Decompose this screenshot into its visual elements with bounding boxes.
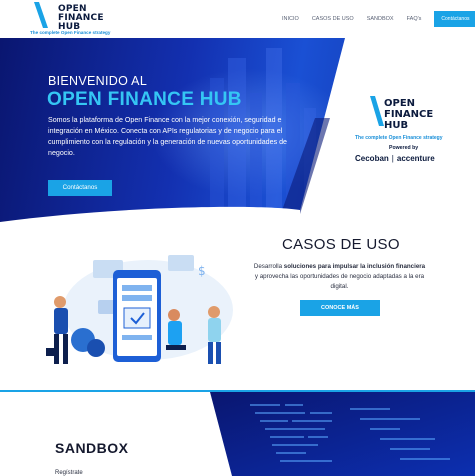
sandbox-section: SANDBOX Regístrate [0,390,475,476]
header-logo[interactable]: OPEN FINANCE HUB The complete Open Finan… [30,2,110,36]
logo-tagline: The complete Open Finance strategy [30,30,111,35]
nav-inicio[interactable]: INICIO [282,16,299,22]
learn-more-button[interactable]: CONOCE MÁS [300,300,380,316]
hero-description: Somos la plataforma de Open Finance con … [48,116,287,157]
desc-suffix: y aprovecha las oportunidades de negocio… [254,273,425,290]
site-header: OPEN FINANCE HUB The complete Open Finan… [0,0,475,38]
brand-line-1: OPEN [384,98,416,109]
nav-sandbox[interactable]: SANDBOX [367,16,394,22]
hero-title: OPEN FINANCE HUB [47,89,242,110]
nav-faqs[interactable]: FAQ's [407,16,422,22]
dollar-icon: $ [198,264,206,278]
sandbox-title: SANDBOX [55,440,129,456]
logo-wordmark: OPEN FINANCE HUB [58,5,104,32]
hero-section: BIENVENIDO AL OPEN FINANCE HUB Somos la … [0,38,475,230]
brand-wordmark: OPEN FINANCE HUB [384,98,433,131]
powered-by-label: Powered by [389,145,419,151]
desc-bold: soluciones para impulsar la inclusión fi… [283,263,426,270]
nav-casos-de-uso[interactable]: CASOS DE USO [312,16,354,22]
hero-bottom-wave [0,206,300,230]
logo-slash-icon [34,2,48,28]
accenture-logo: accenture [396,154,435,163]
sandbox-register-link[interactable]: Regístrate [55,470,83,476]
hero-contact-button[interactable]: Contáctanos [48,180,112,196]
mobile-payments-illustration: $ [46,255,233,364]
use-cases-title: CASOS DE USO [282,236,400,253]
header-contact-button[interactable]: Contáctanos [434,11,475,27]
partner-separator: | [391,154,394,163]
brand-line-3: HUB [384,120,409,131]
main-nav: INICIO CASOS DE USO SANDBOX FAQ's Contác… [282,11,475,27]
desc-prefix: Desarrolla [253,263,284,270]
use-cases-section: $ CASOS DE USO Desarrolla soluciones par… [0,230,475,390]
hero-kicker: BIENVENIDO AL [48,74,148,88]
brand-logo-block: OPEN FINANCE HUB The complete Open Finan… [355,96,455,176]
brand-tagline: The complete Open Finance strategy [355,135,443,141]
code-screen-image [210,392,475,476]
use-cases-description: Desarrolla soluciones para impulsar la i… [252,262,427,292]
brand-line-2: FINANCE [384,109,434,120]
partner-logos: Cecoban | accenture [355,154,435,163]
cecoban-logo: Cecoban [355,154,389,163]
logo-slash-icon [370,96,384,126]
